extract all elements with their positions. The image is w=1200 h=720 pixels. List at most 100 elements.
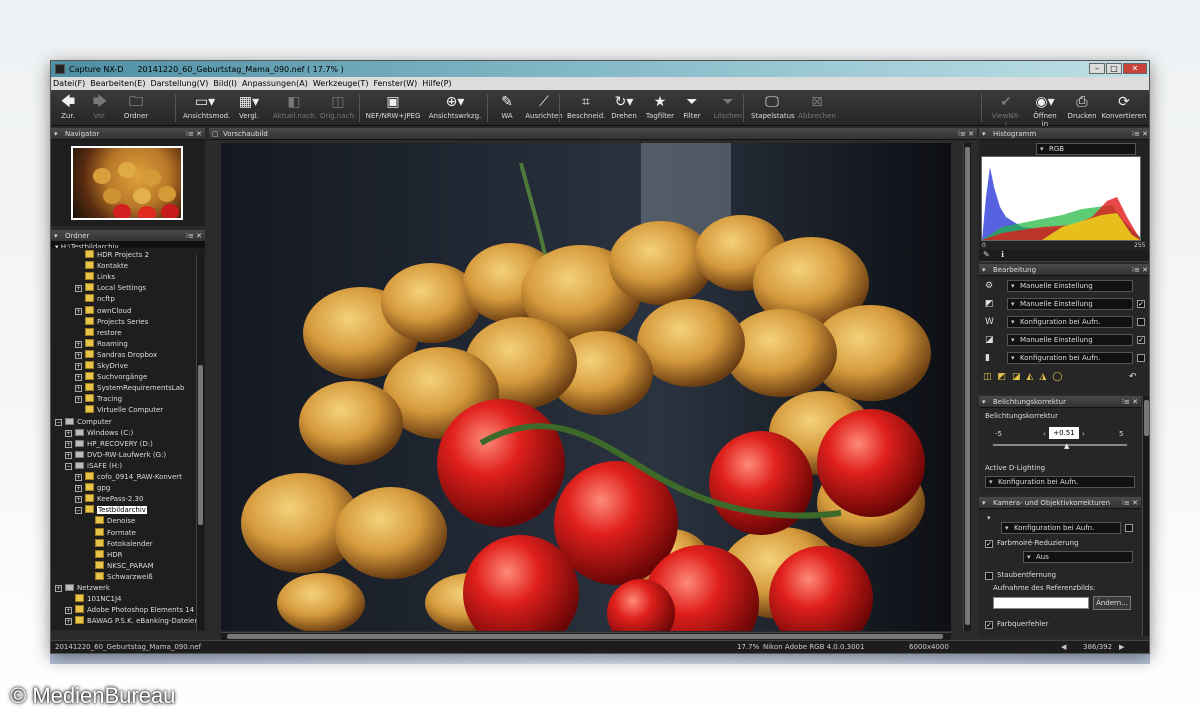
tree-item[interactable]: + BAWAG P.S.K. eBanking-Dateien [65,616,199,627]
expand-icon[interactable]: + [65,607,72,615]
collapse-arrow-icon[interactable]: ▾ [54,230,58,242]
expand-icon[interactable]: + [75,385,82,393]
panel-controls-icon[interactable]: ⁝≡ ✕ [1132,128,1148,140]
bearbeitung-dropdown[interactable]: Konfiguration bei Aufn. [1007,352,1133,364]
expand-icon[interactable]: + [75,285,82,293]
preview-h-scrollbar[interactable] [221,632,951,640]
tree-item[interactable]: + SystemRequirementsLab [75,383,184,394]
menu-item-0[interactable]: Datei(F) [53,79,85,88]
collapse-arrow-icon[interactable]: ▾ [54,128,58,140]
next-image-icon[interactable]: ▶ [1119,641,1124,653]
tree-item[interactable]: +HDR Projects 2 [75,250,149,261]
tree-item[interactable]: +Virtuelle Computer [75,405,163,416]
undo-icon[interactable]: ↶ [1129,372,1137,382]
bearbeitung-dropdown[interactable]: Konfiguration bei Aufn. [1007,316,1133,328]
minimize-button[interactable]: – [1089,63,1105,74]
tree-item[interactable]: + cofo_0914_RAW-Konvert [75,472,182,483]
tree-item[interactable]: +Schwarzweiß [85,571,153,583]
expand-icon[interactable]: − [75,507,82,515]
tree-item[interactable]: +Links [75,272,115,283]
tree-item[interactable]: +ncftp [75,294,115,305]
toolbar-filter-button[interactable]: ⏷ Filter [679,92,705,124]
expand-icon[interactable]: − [55,418,62,426]
expand-icon[interactable]: + [75,307,82,315]
menu-item-4[interactable]: Anpassungen(A) [242,79,308,88]
change-button[interactable]: Ändern... [1093,596,1131,610]
adl-dropdown[interactable]: Konfiguration bei Aufn. [985,476,1135,488]
expand-icon[interactable]: + [75,340,82,348]
tree-item[interactable]: + Windows (C:) [65,428,133,439]
ref-image-field[interactable] [993,597,1089,609]
collapse-arrow-icon[interactable]: ▾ [982,128,986,140]
panel-controls-icon[interactable]: ⁝≡ ✕ [958,128,974,140]
preview-v-scrollbar[interactable] [963,143,971,631]
histogram-channel-dropdown[interactable]: RGB [1036,143,1136,155]
tree-item[interactable]: +Projects Series [75,316,148,328]
toolbar-compare-button[interactable]: ▦▾ Vergl. [231,92,267,124]
tree-item[interactable]: +101NC1J4 [65,594,121,605]
moire-checkbox[interactable]: ✓ [985,540,993,548]
toolbar-cancel-batch-button[interactable]: ⊠ Abbrechen [797,92,837,124]
stepper-down-icon[interactable]: ‹ [1043,430,1046,438]
toolbar-viewnx-button[interactable]: ✔ ViewNX-i [991,92,1021,128]
preview-image[interactable] [221,143,951,631]
tree-item[interactable]: + Sandras Dropbox [75,349,157,361]
expand-icon[interactable]: − [65,462,72,470]
tree-item[interactable]: + DVD-RW-Laufwerk (G:) [65,450,166,461]
toolbar-straighten-button[interactable]: ⟋ Ausrichten [525,92,563,124]
toolbar-printer-button[interactable]: ⎙ Drucken [1067,92,1097,124]
tree-item[interactable]: − Testbildarchiv [75,505,147,516]
panel-controls-icon[interactable]: ⁝≡ ✕ [186,128,202,140]
toolbar-open-in-button[interactable]: ◉▾ Öffnen in [1029,92,1061,128]
panel-controls-icon[interactable]: ⁝≡ ✕ [186,230,202,242]
menu-item-1[interactable]: Bearbeiten(E) [90,79,145,88]
scroll-thumb[interactable] [198,365,203,525]
toolbar-rotate-button[interactable]: ↻▾ Drehen [609,92,639,124]
scroll-thumb[interactable] [1144,400,1149,436]
tree-item[interactable]: + gpg [75,483,110,494]
lateral-ca-checkbox[interactable]: ✓ [985,621,993,629]
tree-item[interactable]: + ownCloud [75,305,131,317]
toolbar-nef-jpeg-button[interactable]: ▣ NEF/NRW+JPEG [365,92,421,124]
adjustment-tool-strip[interactable]: ◫◩◪◭◮◯ [983,372,1147,386]
menu-item-7[interactable]: Hilfe(P) [422,79,451,88]
tree-item[interactable]: +HDR [85,549,123,561]
folder-scrollbar[interactable] [196,255,204,631]
expand-icon[interactable]: + [65,451,72,459]
tree-item[interactable]: +Denoise [85,516,135,527]
expand-icon[interactable]: + [55,585,62,592]
toolbar-view-tools-button[interactable]: ⊕▾ Ansichtswrkzg. [427,92,483,124]
toolbar-star-button[interactable]: ★ Tagfilter [645,92,675,124]
dust-checkbox[interactable] [985,572,993,580]
tree-item[interactable]: + Roaming [75,338,128,350]
right-panel-scrollbar[interactable] [1142,396,1149,636]
collapse-arrow-icon[interactable]: ▾ [982,396,986,408]
toolbar-batch-status-button[interactable]: 🖵 Stapelstatus [751,92,795,124]
menu-item-2[interactable]: Darstellung(V) [150,79,208,88]
expand-icon[interactable]: + [75,351,82,359]
toolbar-original-after-button[interactable]: ◫ Orig.nach. [317,92,359,124]
toolbar-view-mode-button[interactable]: ▭▾ Ansichtsmod. [183,92,230,124]
close-button[interactable]: ✕ [1123,63,1147,74]
tree-item[interactable]: +Formate [85,527,136,539]
expand-icon[interactable]: + [75,496,82,504]
tree-item[interactable]: + Suchvorgänge [75,372,147,383]
expand-icon[interactable]: + [65,429,72,437]
expand-icon[interactable]: + [75,374,82,382]
bearbeitung-checkbox[interactable]: ✓ [1137,336,1145,344]
tree-item[interactable]: + Local Settings [75,283,146,294]
moire-dropdown[interactable]: Aus [1023,551,1133,563]
toolbar-current-after-button[interactable]: ◧ Aktuel.nach. [273,92,317,124]
exposure-slider[interactable] [993,444,1127,446]
toolbar-crop-button[interactable]: ⌗ Beschneid. [567,92,605,124]
stepper-up-icon[interactable]: › [1082,430,1085,438]
info-tab-icon[interactable]: ℹ [1001,250,1004,259]
tree-item[interactable]: + Netzwerk [55,583,110,594]
expand-icon[interactable]: + [75,474,82,481]
scroll-thumb[interactable] [965,147,970,625]
toolbar-folder-button[interactable]: 🗀 Ordner [119,92,153,124]
maximize-button[interactable]: □ [1106,63,1122,74]
prev-image-icon[interactable]: ◀ [1061,641,1066,653]
bearbeitung-dropdown[interactable]: Manuelle Einstellung [1007,298,1133,310]
tree-item[interactable]: − iSAFE (H:) [65,461,122,472]
